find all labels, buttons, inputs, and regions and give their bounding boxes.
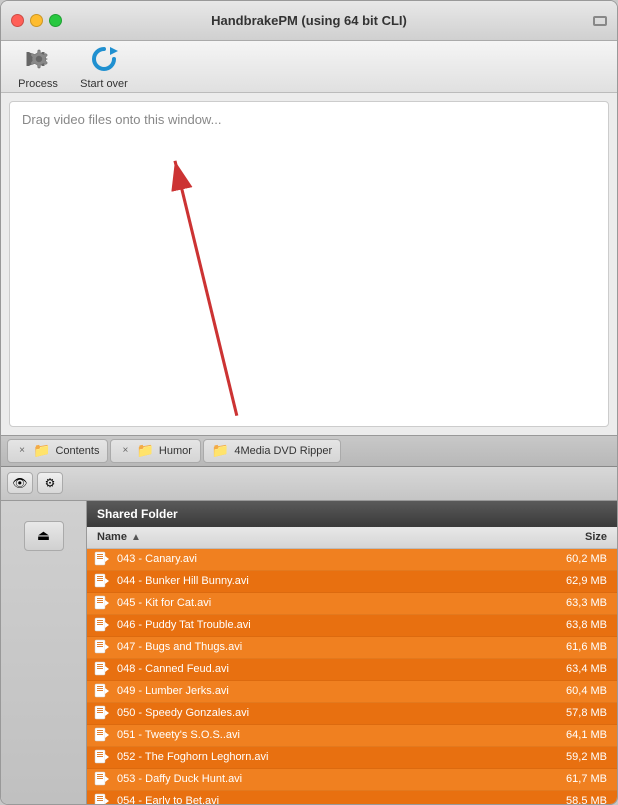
- file-size: 64,1 MB: [537, 729, 617, 741]
- drop-arrow: [10, 102, 608, 426]
- start-over-button[interactable]: Start over: [79, 43, 129, 90]
- drop-hint: Drag video files onto this window...: [22, 112, 221, 127]
- folder-header: Shared Folder: [87, 501, 617, 527]
- table-row[interactable]: 043 - Canary.avi60,2 MB: [87, 549, 617, 571]
- maximize-button[interactable]: [49, 14, 62, 27]
- file-name: 047 - Bugs and Thugs.avi: [117, 641, 537, 653]
- file-icon: [87, 639, 117, 655]
- tab-humor-label: Humor: [159, 445, 192, 457]
- table-row[interactable]: 046 - Puddy Tat Trouble.avi63,8 MB: [87, 615, 617, 637]
- file-size: 59,2 MB: [537, 751, 617, 763]
- folder-header-text: Shared Folder: [97, 507, 178, 521]
- table-row[interactable]: 053 - Daffy Duck Hunt.avi61,7 MB: [87, 769, 617, 791]
- tab-contents-icon: 📁: [33, 442, 50, 459]
- file-icon: [87, 573, 117, 589]
- file-icon: [87, 705, 117, 721]
- file-name: 044 - Bunker Hill Bunny.avi: [117, 575, 537, 587]
- table-row[interactable]: 048 - Canned Feud.avi63,4 MB: [87, 659, 617, 681]
- tab-humor-icon: 📁: [136, 442, 153, 459]
- file-icon: [87, 793, 117, 804]
- file-icon: [87, 551, 117, 567]
- gear-icon: ⚙: [45, 476, 56, 490]
- col-name-header[interactable]: Name ▲: [87, 531, 537, 543]
- file-name: 046 - Puddy Tat Trouble.avi: [117, 619, 537, 631]
- process-label: Process: [18, 78, 58, 90]
- drop-area[interactable]: Drag video files onto this window...: [9, 101, 609, 427]
- file-name: 051 - Tweety's S.O.S..avi: [117, 729, 537, 741]
- file-browser: ⏏ Shared Folder Name ▲ Size 043 - Canary…: [1, 501, 617, 805]
- file-name: 043 - Canary.avi: [117, 553, 537, 565]
- left-panel: ⏏: [1, 501, 87, 805]
- file-name: 049 - Lumber Jerks.avi: [117, 685, 537, 697]
- table-row[interactable]: 052 - The Foghorn Leghorn.avi59,2 MB: [87, 747, 617, 769]
- toolbar: Process Start over: [1, 41, 617, 93]
- col-headers: Name ▲ Size: [87, 527, 617, 549]
- file-name: 052 - The Foghorn Leghorn.avi: [117, 751, 537, 763]
- table-row[interactable]: 049 - Lumber Jerks.avi60,4 MB: [87, 681, 617, 703]
- table-row[interactable]: 044 - Bunker Hill Bunny.avi62,9 MB: [87, 571, 617, 593]
- eye-icon: 👁: [12, 476, 27, 490]
- tab-contents-close[interactable]: ×: [16, 445, 28, 457]
- file-size: 60,4 MB: [537, 685, 617, 697]
- file-icon: [87, 727, 117, 743]
- file-size: 58,5 MB: [537, 795, 617, 804]
- file-size: 63,4 MB: [537, 663, 617, 675]
- tab-humor[interactable]: × 📁 Humor: [110, 439, 200, 463]
- file-name: 045 - Kit for Cat.avi: [117, 597, 537, 609]
- sort-arrow-icon: ▲: [131, 532, 141, 543]
- window-controls: [11, 14, 62, 27]
- file-icon: [87, 617, 117, 633]
- titlebar: HandbrakePM (using 64 bit CLI): [1, 1, 617, 41]
- tab-4media-icon: 📁: [212, 442, 229, 459]
- file-icon: [87, 595, 117, 611]
- eye-button[interactable]: 👁: [7, 472, 33, 494]
- gear-button[interactable]: ⚙: [37, 472, 63, 494]
- file-icon: [87, 749, 117, 765]
- table-row[interactable]: 051 - Tweety's S.O.S..avi64,1 MB: [87, 725, 617, 747]
- app-window: HandbrakePM (using 64 bit CLI) Process: [0, 0, 618, 805]
- actions-bar: 👁 ⚙: [1, 467, 617, 501]
- file-icon: [87, 683, 117, 699]
- resize-handle[interactable]: [593, 16, 607, 26]
- table-row[interactable]: 047 - Bugs and Thugs.avi61,6 MB: [87, 637, 617, 659]
- file-size: 63,8 MB: [537, 619, 617, 631]
- tabs-bar: × 📁 Contents × 📁 Humor 📁 4Media DVD Ripp…: [1, 435, 617, 467]
- file-name: 053 - Daffy Duck Hunt.avi: [117, 773, 537, 785]
- eject-icon: ⏏: [37, 527, 50, 544]
- file-list[interactable]: 043 - Canary.avi60,2 MB044 - Bunker Hill…: [87, 549, 617, 805]
- file-name: 054 - Early to Bet.avi: [117, 795, 537, 804]
- window-title: HandbrakePM (using 64 bit CLI): [211, 13, 407, 28]
- process-button[interactable]: Process: [13, 43, 63, 90]
- tab-contents[interactable]: × 📁 Contents: [7, 439, 108, 463]
- eject-button[interactable]: ⏏: [24, 521, 64, 551]
- process-icon: [22, 43, 54, 75]
- table-row[interactable]: 045 - Kit for Cat.avi63,3 MB: [87, 593, 617, 615]
- minimize-button[interactable]: [30, 14, 43, 27]
- file-size: 62,9 MB: [537, 575, 617, 587]
- refresh-icon: [88, 43, 120, 75]
- start-over-label: Start over: [80, 78, 128, 90]
- close-button[interactable]: [11, 14, 24, 27]
- table-row[interactable]: 054 - Early to Bet.avi58,5 MB: [87, 791, 617, 805]
- file-size: 61,7 MB: [537, 773, 617, 785]
- file-name: 048 - Canned Feud.avi: [117, 663, 537, 675]
- file-size: 60,2 MB: [537, 553, 617, 565]
- tab-humor-close[interactable]: ×: [119, 445, 131, 457]
- right-panel: Shared Folder Name ▲ Size 043 - Canary.a…: [87, 501, 617, 805]
- tab-4media[interactable]: 📁 4Media DVD Ripper: [203, 439, 341, 463]
- tab-4media-label: 4Media DVD Ripper: [234, 445, 332, 457]
- col-size-header[interactable]: Size: [537, 531, 617, 543]
- file-size: 63,3 MB: [537, 597, 617, 609]
- table-row[interactable]: 050 - Speedy Gonzales.avi57,8 MB: [87, 703, 617, 725]
- file-icon: [87, 661, 117, 677]
- file-size: 61,6 MB: [537, 641, 617, 653]
- file-size: 57,8 MB: [537, 707, 617, 719]
- tab-contents-label: Contents: [55, 445, 99, 457]
- file-name: 050 - Speedy Gonzales.avi: [117, 707, 537, 719]
- file-icon: [87, 771, 117, 787]
